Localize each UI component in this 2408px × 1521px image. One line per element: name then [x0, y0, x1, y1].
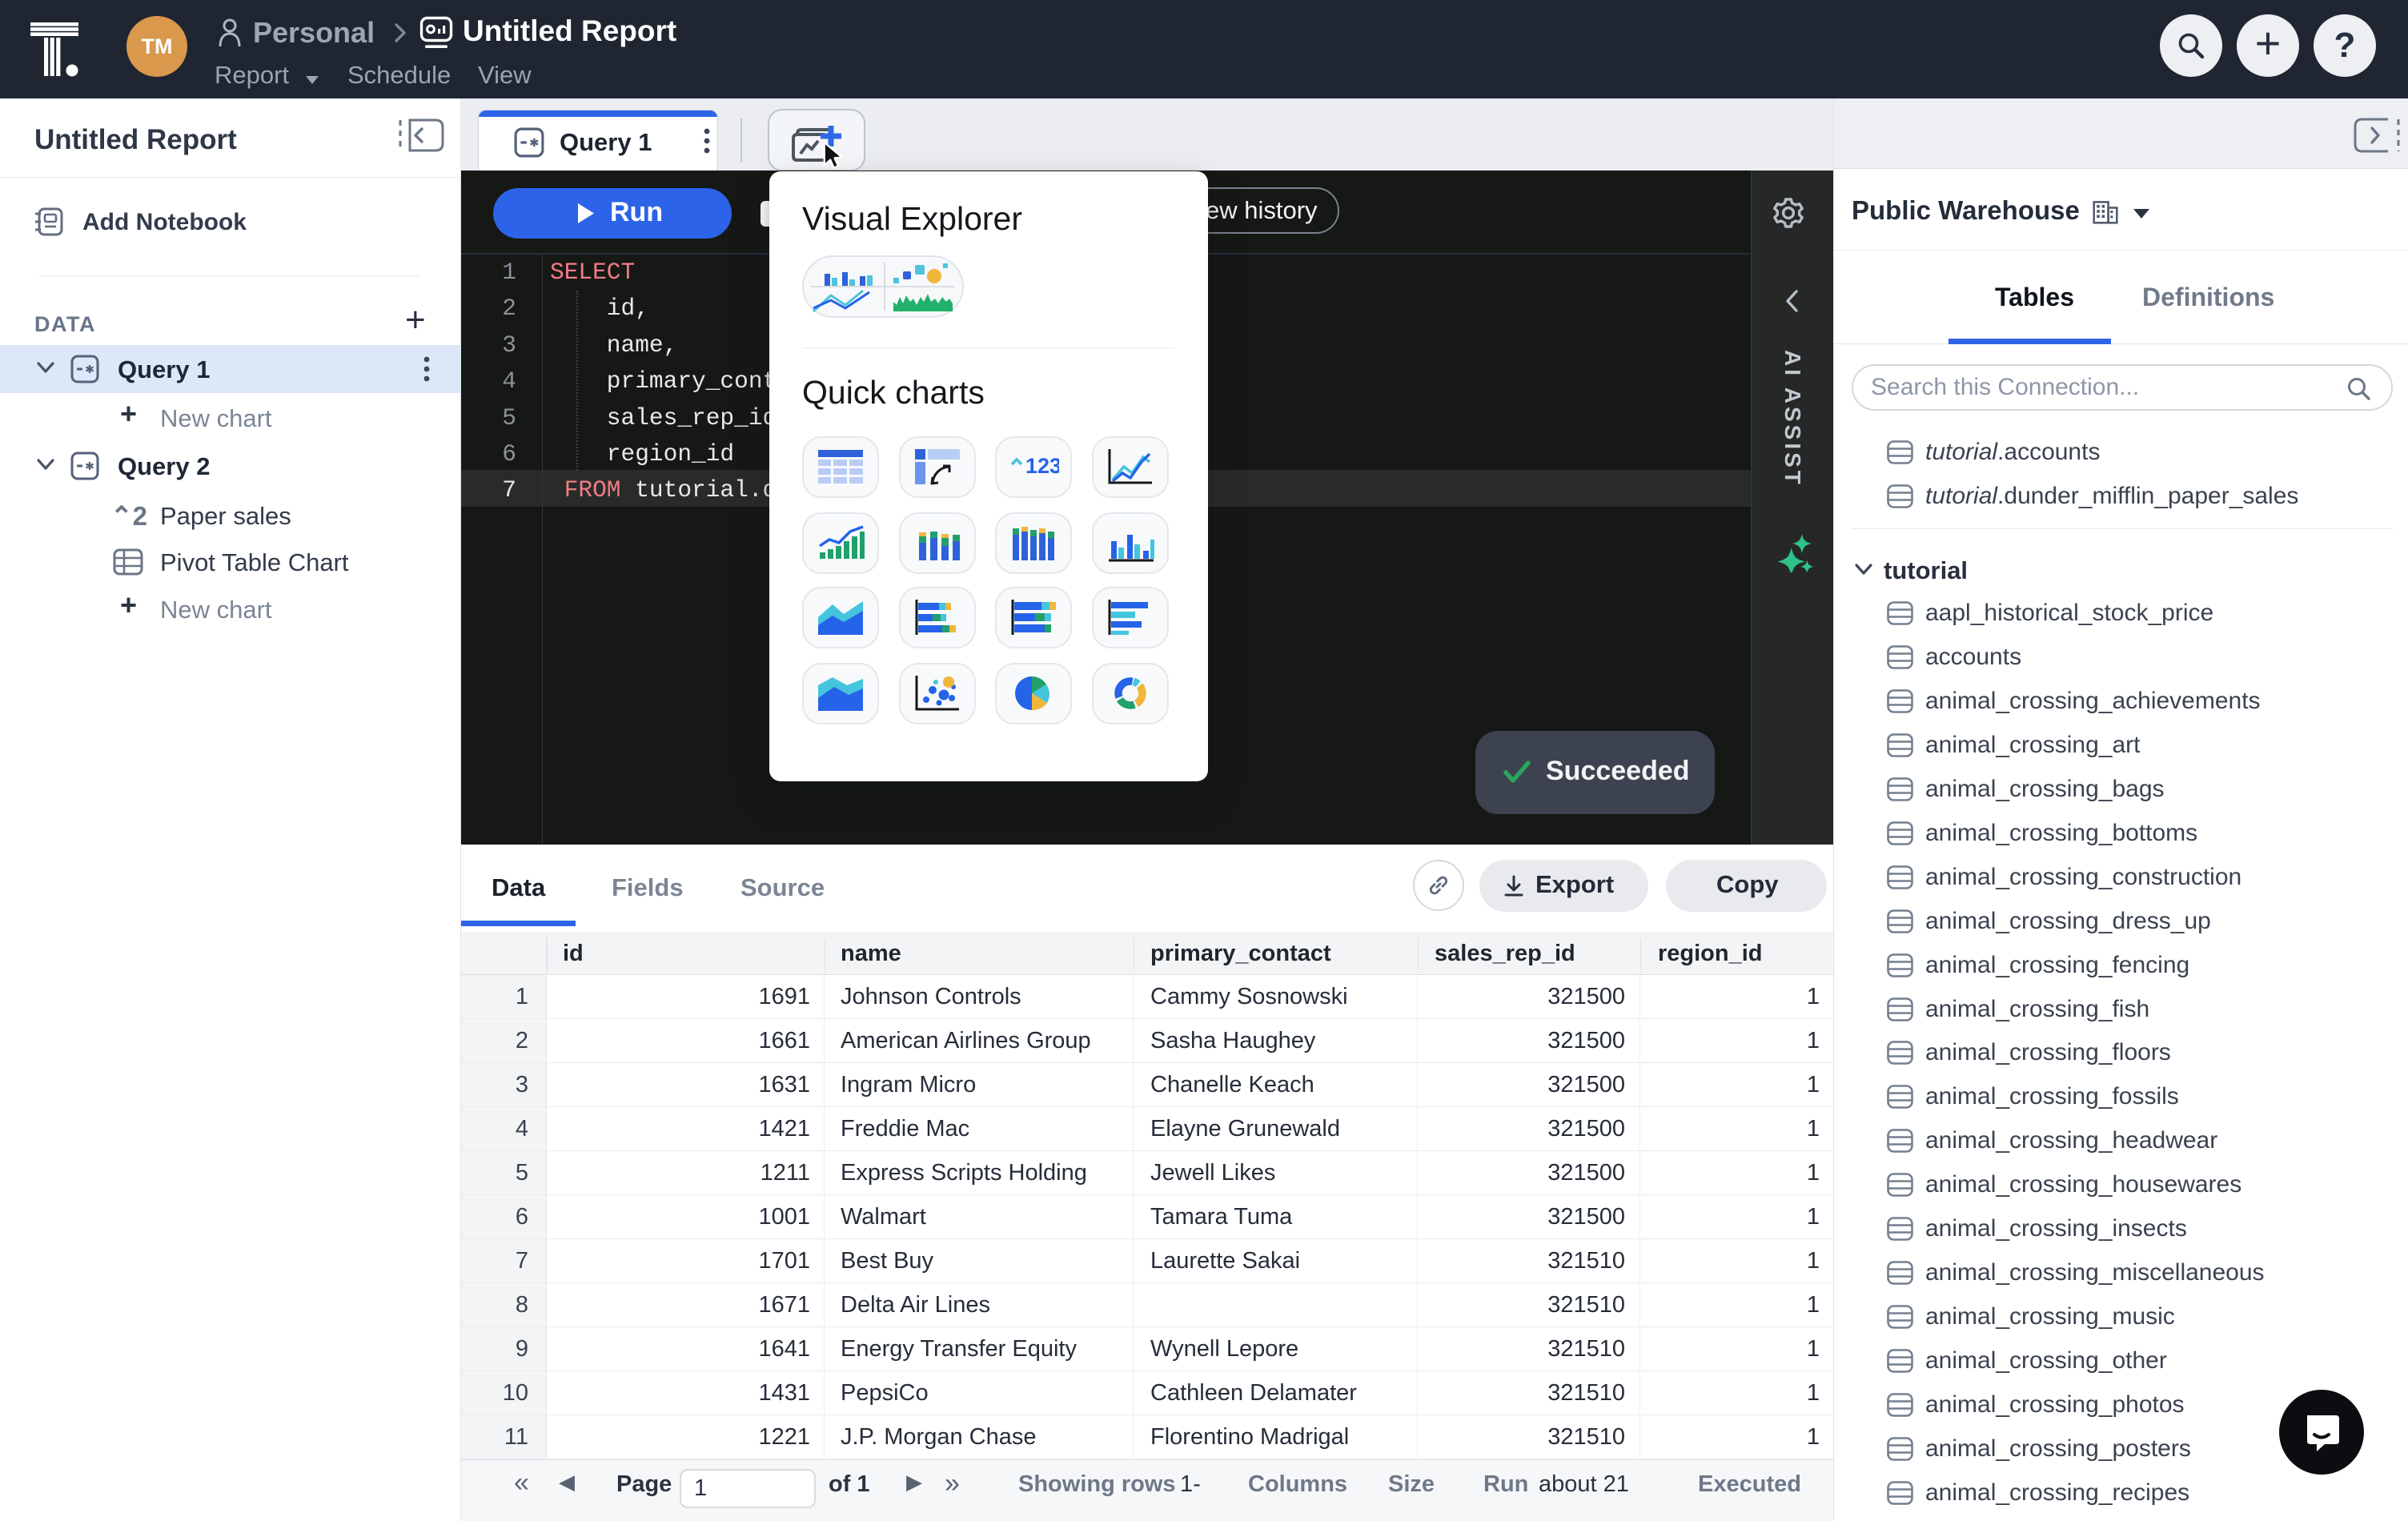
svg-text:123: 123 — [1025, 454, 1059, 478]
